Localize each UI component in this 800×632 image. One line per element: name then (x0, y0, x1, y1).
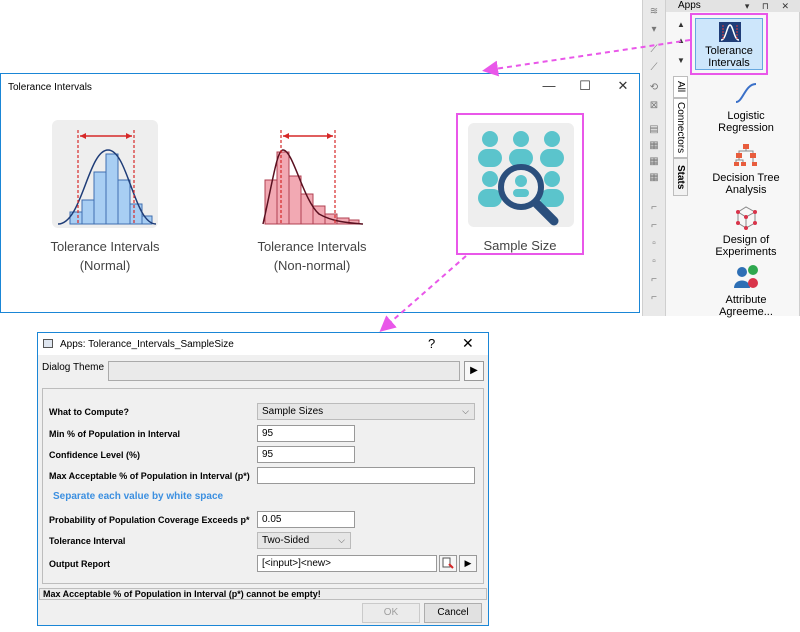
app-decision-tree[interactable]: Decision Tree Analysis (696, 142, 796, 196)
apps-side-tabs: ▲ ▲ ▼ All Connectors Stats (672, 14, 690, 304)
app-tolerance-intervals-highlight: Tolerance Intervals (690, 13, 768, 75)
tolerance-interval-value: Two-Sided (262, 535, 310, 546)
ok-button[interactable]: OK (362, 603, 420, 623)
output-report-play-button[interactable]: ▶ (459, 555, 477, 572)
confidence-input[interactable]: 95 (257, 446, 355, 463)
what-to-compute-select[interactable]: Sample Sizes ⌵ (257, 403, 475, 420)
dialog-theme-label: Dialog Theme (42, 362, 105, 373)
tile-label: (Non-normal) (273, 258, 351, 273)
toolbar-icon[interactable]: ▤ (647, 124, 661, 136)
toolbar-icon[interactable]: ▦ (647, 172, 661, 184)
status-message: Max Acceptable % of Population in Interv… (39, 588, 487, 600)
min-pct-label: Min % of Population in Interval (49, 429, 181, 439)
app-window-icon (43, 339, 53, 348)
dialog-theme-select[interactable] (108, 361, 460, 381)
tile-tolerance-nonnormal[interactable]: Tolerance Intervals (Non-normal) (232, 120, 392, 275)
output-report-label: Output Report (49, 559, 110, 569)
app-label: Attribute (725, 294, 767, 306)
what-to-compute-label: What to Compute? (49, 407, 129, 417)
theme-play-button[interactable]: ▶ (464, 361, 484, 381)
app-tolerance-intervals[interactable]: Tolerance Intervals (695, 18, 763, 70)
tile-label: Sample Size (483, 238, 557, 253)
close-button[interactable]: ✕ (462, 335, 474, 352)
toolbar-icon[interactable]: ▫ (647, 256, 661, 268)
tab-stats[interactable]: Stats (673, 158, 688, 196)
confidence-label: Confidence Level (%) (49, 450, 141, 460)
toolbar-icon[interactable]: ⟋ (647, 44, 661, 56)
app-label: Agreeme... (719, 306, 773, 318)
toolbar-icon[interactable]: ⟋ (647, 62, 661, 74)
apps-panel-header: Apps ▾ ⊓ ✕ (666, 0, 800, 12)
app-label: Analysis (725, 184, 767, 196)
app-label: Tolerance (705, 45, 753, 57)
app-attribute-agreement[interactable]: Attribute Agreeme... (696, 264, 796, 318)
sample-size-icon (468, 123, 574, 227)
output-report-menu-icon[interactable] (439, 555, 457, 572)
dialog-title: Apps: Tolerance_Intervals_SampleSize (60, 339, 234, 350)
toolbar-icon[interactable]: ▦ (647, 156, 661, 168)
decision-tree-icon (734, 144, 757, 166)
toolbar-icon[interactable]: ⌐ (647, 292, 661, 304)
tab-connectors[interactable]: Connectors (673, 98, 688, 158)
toolbar-icon[interactable]: ▫ (647, 238, 661, 250)
chevron-down-icon: ⌵ (462, 406, 469, 416)
app-label: Decision Tree (712, 172, 780, 184)
minimize-button[interactable]: — (539, 78, 559, 93)
help-button[interactable]: ? (428, 336, 435, 351)
window-title: Tolerance Intervals (8, 82, 92, 93)
app-logistic-regression[interactable]: Logistic Regression (696, 80, 796, 134)
toolbar-icon[interactable]: ▾ (647, 24, 661, 36)
nonnormal-histogram-icon (262, 130, 364, 225)
max-pct-input[interactable] (257, 467, 475, 484)
toolbar-icon[interactable]: ⊠ (647, 100, 661, 112)
tile-sample-size-highlight: Sample Size (456, 113, 584, 255)
tolerance-interval-label: Tolerance Interval (49, 536, 126, 546)
app-label: Regression (718, 122, 774, 134)
tile-tolerance-normal[interactable]: Tolerance Intervals (Normal) (25, 120, 185, 275)
toolbar-icon[interactable]: ▦ (647, 140, 661, 152)
app-label: Design of (722, 234, 770, 246)
probability-label: Probability of Population Coverage Excee… (49, 515, 250, 525)
tile-sample-size[interactable]: Sample Size (468, 123, 574, 255)
tab-all[interactable]: All (673, 76, 688, 98)
toolbar-icon[interactable]: ≋ (647, 6, 661, 18)
app-label: Intervals (708, 57, 750, 69)
max-pct-label: Max Acceptable % of Population in Interv… (49, 471, 250, 481)
output-report-input[interactable]: [<input>]<new> (257, 555, 437, 572)
sample-size-dialog: Apps: Tolerance_Intervals_SampleSize ? ✕… (37, 332, 489, 626)
toolbar-icon[interactable]: ⌐ (647, 220, 661, 232)
settings-panel: What to Compute? Sample Sizes ⌵ Min % of… (42, 388, 484, 584)
probability-input[interactable]: 0.05 (257, 511, 355, 528)
what-to-compute-value: Sample Sizes (262, 406, 324, 417)
report-icon (442, 557, 454, 569)
apps-panel-header-buttons[interactable]: ▾ ⊓ ✕ (745, 0, 794, 12)
hint-text: Separate each value by white space (53, 491, 224, 502)
normal-histogram-icon (52, 120, 158, 228)
chevron-down-icon: ⌵ (338, 535, 345, 545)
scroll-up-icon[interactable]: ▲ (677, 20, 685, 29)
app-design-of-experiments[interactable]: Design of Experiments (696, 204, 796, 258)
tile-label: Tolerance Intervals (50, 239, 160, 254)
toolbar-icon[interactable]: ⌐ (647, 274, 661, 286)
scroll-down-icon[interactable]: ▼ (677, 56, 685, 65)
scroll-top-icon[interactable]: ▲ (677, 36, 685, 45)
dialog-titlebar: Apps: Tolerance_Intervals_SampleSize ? ✕ (38, 333, 488, 355)
tile-label: (Normal) (79, 258, 131, 273)
attribute-agreement-icon (734, 265, 758, 288)
tile-label: Tolerance Intervals (257, 239, 367, 254)
toolbar-icon[interactable]: ⟲ (647, 82, 661, 94)
app-label: Experiments (715, 246, 777, 258)
cube-points-icon (736, 206, 757, 230)
cancel-button[interactable]: Cancel (424, 603, 482, 623)
min-pct-input[interactable]: 95 (257, 425, 355, 442)
toolbar-strip: ≋ ▾ ⟋ ⟋ ⟲ ⊠ ▤ ▦ ▦ ▦ ⌐ ⌐ ▫ ▫ ⌐ ⌐ (642, 0, 666, 316)
close-button[interactable]: ✕ (613, 78, 633, 94)
apps-panel-title: Apps (678, 0, 701, 11)
logistic-curve-icon (735, 83, 757, 103)
tolerance-interval-icon (719, 22, 741, 42)
maximize-button[interactable]: ☐ (575, 78, 595, 94)
app-label: Logistic (727, 110, 765, 122)
tolerance-interval-select[interactable]: Two-Sided ⌵ (257, 532, 351, 549)
toolbar-icon[interactable]: ⌐ (647, 202, 661, 214)
